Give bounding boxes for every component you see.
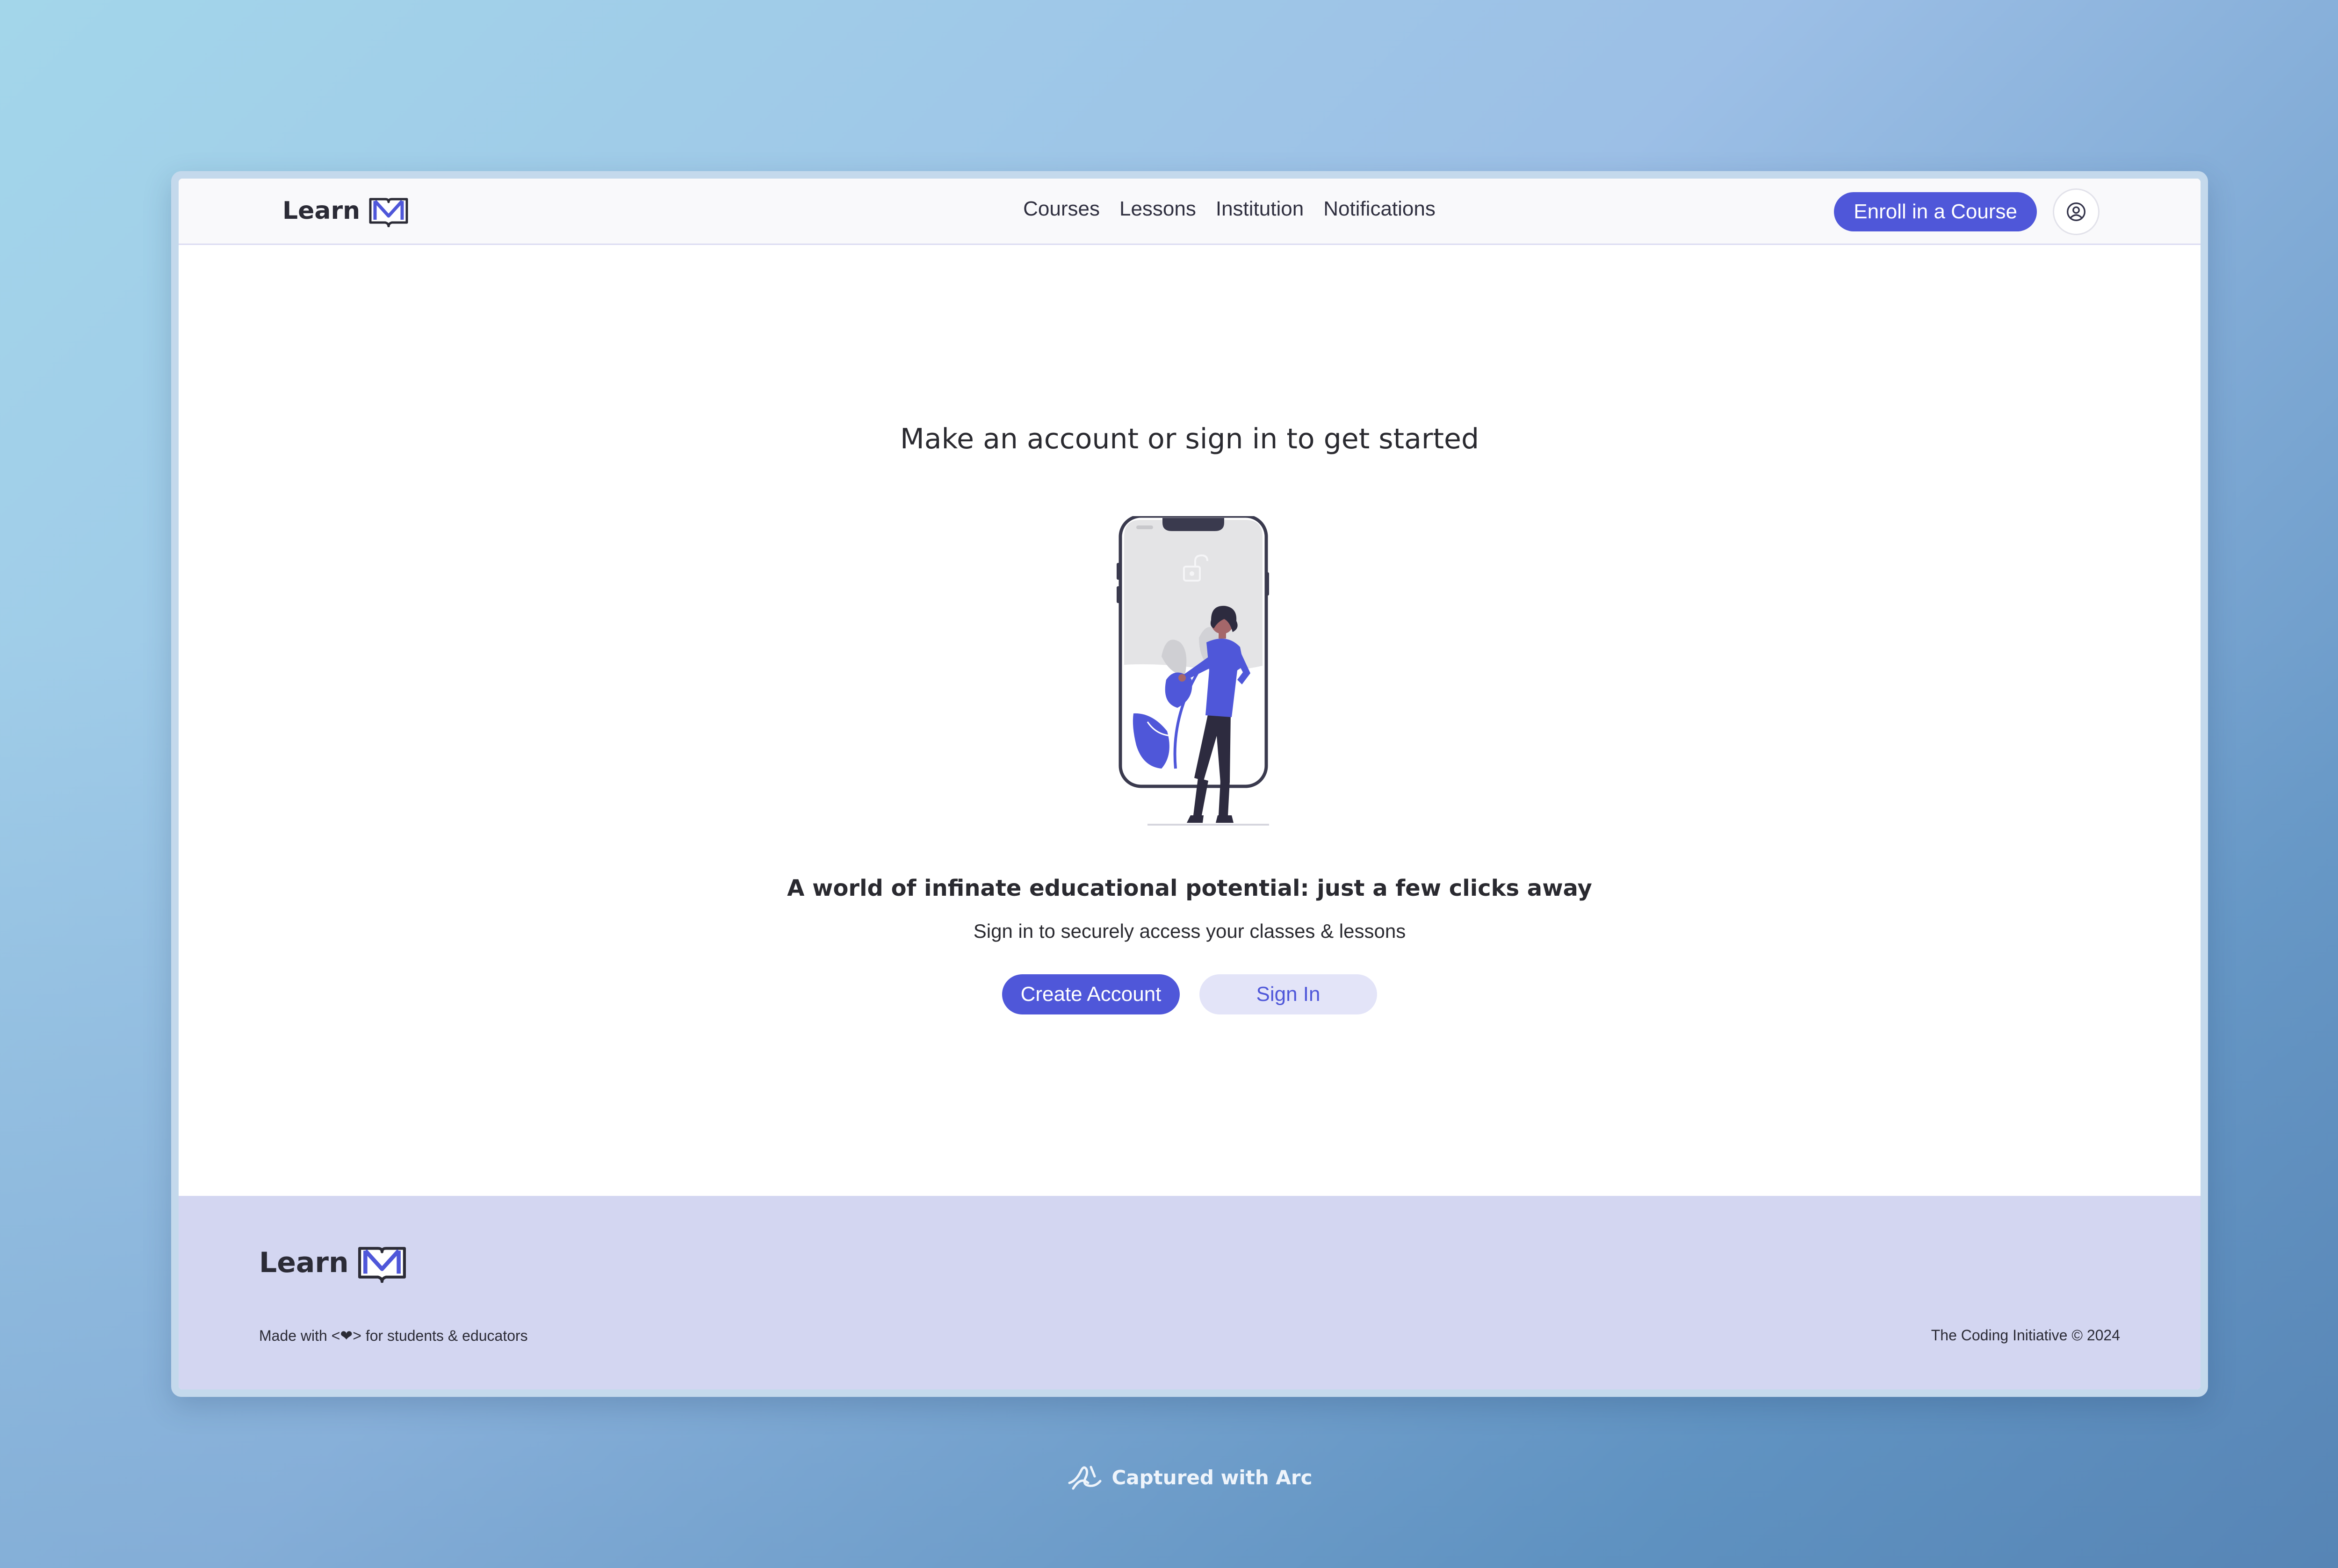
nav-notifications[interactable]: Notifications bbox=[1323, 197, 1436, 221]
subtext: Sign in to securely access your classes … bbox=[973, 920, 1406, 942]
footer-logo[interactable]: Learn bbox=[259, 1243, 407, 1283]
sign-in-button[interactable]: Sign In bbox=[1199, 974, 1377, 1014]
main-content: Make an account or sign in to get starte… bbox=[179, 245, 2201, 1196]
footer-tagline: Made with <❤> for students & educators bbox=[259, 1327, 528, 1344]
nav-courses[interactable]: Courses bbox=[1023, 197, 1100, 221]
footer-brand-name: Learn bbox=[259, 1246, 349, 1279]
book-logo-icon bbox=[358, 1247, 406, 1283]
browser-window: Learn Courses Lessons Institution Notifi… bbox=[171, 171, 2208, 1397]
page-headline: Make an account or sign in to get starte… bbox=[900, 423, 1479, 455]
watermark-label: Captured with Arc bbox=[1111, 1466, 1313, 1489]
arc-logo-icon bbox=[1068, 1466, 1102, 1490]
user-circle-icon bbox=[2067, 202, 2085, 221]
arc-watermark: Captured with Arc bbox=[0, 1462, 2338, 1492]
tagline: A world of infinate educational potentia… bbox=[787, 875, 1592, 901]
page: Learn Courses Lessons Institution Notifi… bbox=[179, 179, 2201, 1389]
footer: Learn Made with <❤> for students & educa… bbox=[179, 1196, 2201, 1389]
top-navbar: Learn Courses Lessons Institution Notifi… bbox=[179, 179, 2201, 245]
woman-with-phone-illustration bbox=[1117, 514, 1269, 826]
auth-actions: Create Account Sign In bbox=[179, 974, 2201, 1014]
account-button[interactable] bbox=[2053, 188, 2100, 235]
enroll-button[interactable]: Enroll in a Course bbox=[1834, 192, 2037, 231]
nav-lessons[interactable]: Lessons bbox=[1119, 197, 1196, 221]
footer-copyright: The Coding Initiative © 2024 bbox=[1931, 1327, 2120, 1344]
create-account-button[interactable]: Create Account bbox=[1002, 974, 1180, 1014]
nav-institution[interactable]: Institution bbox=[1216, 197, 1304, 221]
phone-illustration bbox=[1091, 514, 1288, 836]
